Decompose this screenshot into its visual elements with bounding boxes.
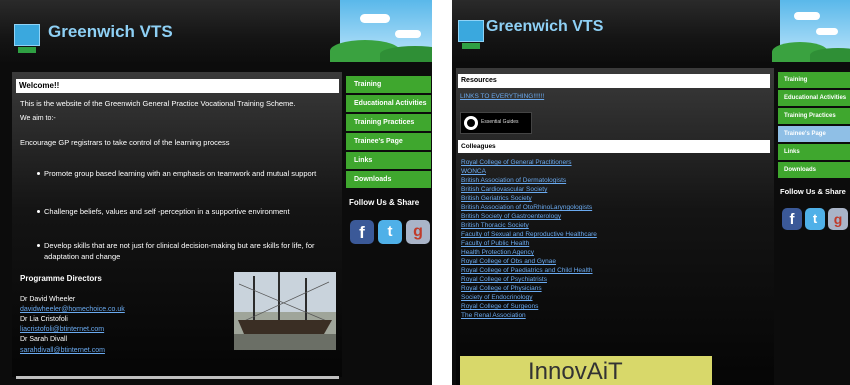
bullet-item: Develop skills that are not just for cli… [44,241,315,250]
nav-training-practices[interactable]: Training Practices [346,114,431,133]
encourage-text: Encourage GP registrars to take control … [20,138,230,147]
site-header: Greenwich VTS [0,0,432,62]
colleague-link[interactable]: WONCA [461,168,486,175]
bullet-item: Challenge beliefs, values and self -perc… [44,207,290,216]
colleague-link[interactable]: British Geriatrics Society [461,195,532,202]
colleague-link[interactable]: British Association of Dermatologists [461,177,566,184]
nav-training-practices[interactable]: Training Practices [778,108,850,126]
nav-training[interactable]: Training [778,72,850,90]
director-email-link[interactable]: davidwheeler@homechoice.co.uk [20,306,125,313]
colleague-link[interactable]: Royal College of Obs and Gynae [461,258,556,265]
logo-icon [458,20,484,49]
essential-guides-banner[interactable]: Essential Guides [460,112,532,134]
colleagues-heading: Colleagues [458,140,770,153]
aim-text: We aim to:- [20,115,56,122]
nav-links[interactable]: Links [346,152,431,171]
colleague-link[interactable]: Faculty of Sexual and Reproductive Healt… [461,231,597,238]
left-screenshot: Greenwich VTS Welcome!! This is the webs… [0,0,432,385]
colleague-link[interactable]: Royal College of Paediatrics and Child H… [461,267,593,274]
colleague-link[interactable]: Royal College of Surgeons [461,303,538,310]
site-title[interactable]: Greenwich VTS [48,22,173,42]
colleague-link[interactable]: Royal College of Psychiatrists [461,276,547,283]
colleague-link[interactable]: British Association of OtoRhinoLaryngolo… [461,204,592,211]
facebook-icon[interactable]: f [782,208,802,230]
innovait-logo: InnovAiT [528,358,623,385]
colleague-link[interactable]: Health Protection Agency [461,249,534,256]
follow-us-label: Follow Us & Share [780,187,846,196]
director-name: Dr David Wheeler [20,296,76,303]
welcome-heading: Welcome!! [16,79,339,93]
colleague-link[interactable]: British Society of Gastroenterology [461,213,561,220]
next-section-divider [16,376,339,379]
colleague-link[interactable]: Faculty of Public Health [461,240,529,247]
innovait-banner[interactable]: InnovAiT [460,356,712,385]
bullet-item: Promote group based learning with an emp… [44,169,317,178]
bullet-item-continued: adaptation and change [44,252,121,261]
side-nav: Training Educational Activities Training… [346,76,431,190]
colleague-link[interactable]: Society of Endocrinology [461,294,533,301]
site-header: Greenwich VTS [452,0,850,62]
director-email-link[interactable]: sarahdivall@btinternet.com [20,347,105,354]
twitter-icon[interactable]: t [805,208,825,230]
google-plus-icon[interactable]: g [406,220,430,244]
colleague-link[interactable]: British Cardiovascular Society [461,186,547,193]
sky-banner [772,0,850,62]
director-email-link[interactable]: liacristofoli@btinternet.com [20,326,104,333]
nav-trainees-page[interactable]: Trainee's Page [778,126,850,144]
nav-downloads[interactable]: Downloads [778,162,850,180]
logo-icon [14,24,40,53]
nav-trainees-page[interactable]: Trainee's Page [346,133,431,152]
nav-training[interactable]: Training [346,76,431,95]
site-title[interactable]: Greenwich VTS [486,18,603,36]
sky-banner [330,0,432,62]
facebook-icon[interactable]: f [350,220,374,244]
colleague-link[interactable]: The Renal Association [461,312,526,319]
director-name: Dr Lia Cristofoli [20,316,68,323]
colleague-link[interactable]: British Thoracic Society [461,222,529,229]
nav-educational-activities[interactable]: Educational Activities [778,90,850,108]
links-everything-link[interactable]: LINKS TO EVERYTHING!!!!!! [460,93,544,100]
right-screenshot: Greenwich VTS Resources LINKS TO EVERYTH… [452,0,850,385]
essential-guides-label: Essential Guides [481,119,519,125]
nav-educational-activities[interactable]: Educational Activities [346,95,431,114]
resources-heading: Resources [458,74,770,88]
director-name: Dr Sarah Divall [20,336,68,343]
nav-links[interactable]: Links [778,144,850,162]
colleague-link[interactable]: Royal College of General Practitioners [461,159,572,166]
directors-heading: Programme Directors [20,274,102,283]
side-nav: Training Educational Activities Training… [778,72,850,180]
google-plus-icon[interactable]: g [828,208,848,230]
follow-us-label: Follow Us & Share [349,198,420,207]
ship-photo [234,272,336,350]
essential-guides-icon [464,116,478,130]
colleague-link[interactable]: Royal College of Physicians [461,285,542,292]
twitter-icon[interactable]: t [378,220,402,244]
intro-text: This is the website of the Greenwich Gen… [20,99,296,108]
nav-downloads[interactable]: Downloads [346,171,431,190]
